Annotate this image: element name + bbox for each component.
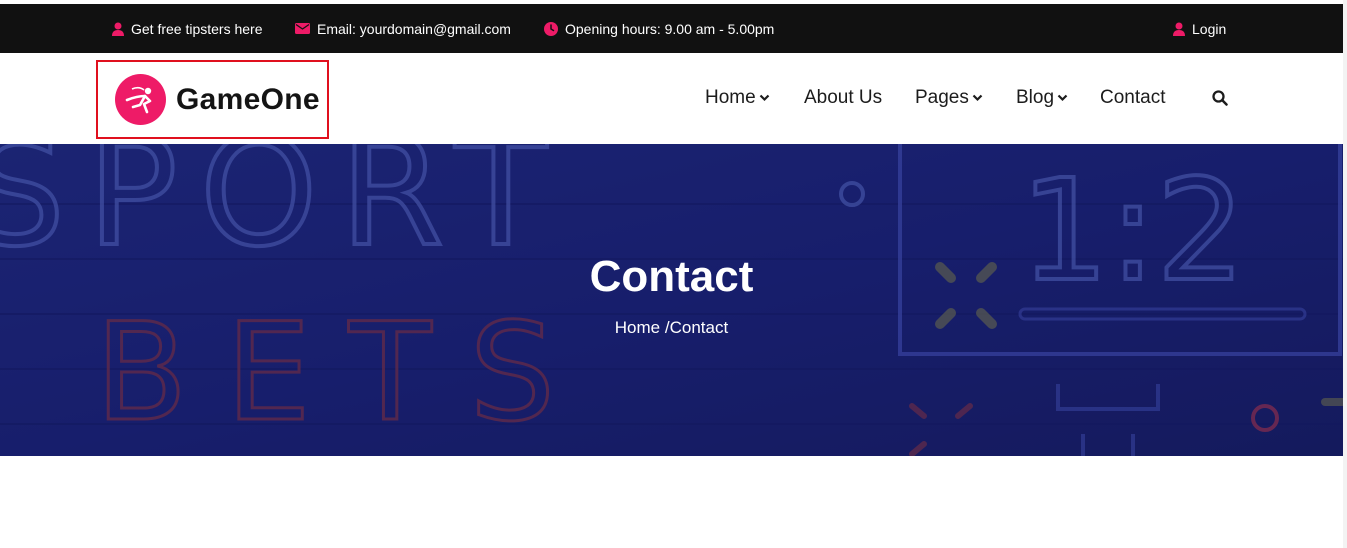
chevron-down-icon	[1057, 94, 1068, 102]
nav-home[interactable]: Home	[705, 86, 770, 110]
chevron-down-icon	[972, 94, 983, 102]
opening-hours: Opening hours: 9.00 am - 5.00pm	[544, 4, 774, 53]
page-title: Contact	[589, 252, 754, 301]
site-header: GameOne Home About Us Pages Blog Contact	[0, 53, 1343, 144]
clock-icon	[544, 21, 558, 36]
login-link[interactable]: Login	[1173, 4, 1226, 53]
tipsters-link[interactable]: Get free tipsters here	[112, 4, 263, 53]
nav-pages[interactable]: Pages	[915, 86, 983, 110]
breadcrumb-home[interactable]: Home	[615, 318, 660, 337]
nav-pages-label: Pages	[915, 87, 969, 108]
email-info: Email: yourdomain@gmail.com	[295, 4, 511, 53]
nav-about-label: About Us	[804, 87, 883, 108]
logo-link[interactable]: GameOne	[96, 60, 329, 139]
logo-mark	[115, 74, 166, 125]
page-banner: SPORT BETS 1:2 Contact Home /Contact	[0, 144, 1343, 456]
search-icon	[1212, 90, 1228, 106]
breadcrumb-current: Contact	[669, 318, 729, 337]
nav-contact[interactable]: Contact	[1100, 86, 1165, 110]
nav-contact-label: Contact	[1100, 87, 1166, 108]
envelope-icon	[295, 23, 310, 34]
hours-label: Opening hours: 9.00 am - 5.00pm	[565, 20, 775, 37]
page-edge	[1343, 0, 1347, 548]
user-icon	[112, 22, 124, 36]
nav-blog-label: Blog	[1016, 87, 1055, 108]
nav-about[interactable]: About Us	[804, 86, 882, 110]
athlete-icon	[125, 86, 151, 113]
chevron-down-icon	[759, 94, 769, 102]
nav-home-label: Home	[705, 87, 756, 108]
user-icon	[1173, 22, 1185, 36]
tipsters-label: Get free tipsters here	[131, 20, 263, 37]
logo-text: GameOne	[176, 82, 320, 116]
search-button[interactable]	[1209, 86, 1228, 110]
top-bar: Get free tipsters here Email: yourdomain…	[0, 4, 1343, 53]
login-label: Login	[1192, 20, 1227, 37]
breadcrumb: Home /Contact	[0, 318, 1343, 338]
nav-blog[interactable]: Blog	[1016, 86, 1068, 110]
email-label: Email: yourdomain@gmail.com	[317, 20, 511, 37]
